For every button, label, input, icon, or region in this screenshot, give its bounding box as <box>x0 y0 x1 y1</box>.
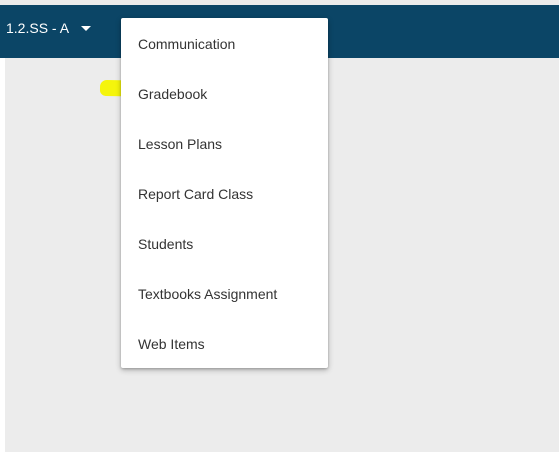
menu-item-textbooks-assignment[interactable]: Textbooks Assignment <box>121 274 328 314</box>
menu-item-web-items[interactable]: Web Items <box>121 324 328 364</box>
menu-item-label: Communication <box>138 36 236 52</box>
left-edge-strip <box>0 58 5 452</box>
menu-item-gradebook[interactable]: Gradebook <box>121 74 328 114</box>
menu-item-lesson-plans[interactable]: Lesson Plans <box>121 124 328 164</box>
menu-item-label: Gradebook <box>138 86 208 102</box>
caret-down-icon <box>81 25 92 31</box>
menu-item-label: Textbooks Assignment <box>138 286 278 302</box>
menu-item-students[interactable]: Students <box>121 224 328 264</box>
menu-item-label: Students <box>138 236 194 252</box>
class-selector-label: 1.2.SS - A <box>6 20 70 36</box>
menu-item-label: Report Card Class <box>138 186 254 202</box>
menu-item-report-card-class[interactable]: Report Card Class <box>121 174 328 214</box>
menu-item-label: Web Items <box>138 336 205 352</box>
menu-item-label: Lesson Plans <box>138 136 223 152</box>
class-selector-dropdown[interactable]: 1.2.SS - A <box>6 16 92 40</box>
menu-item-communication[interactable]: Communication <box>121 24 328 64</box>
class-menu-dropdown: Communication Gradebook Lesson Plans Rep… <box>121 18 328 368</box>
